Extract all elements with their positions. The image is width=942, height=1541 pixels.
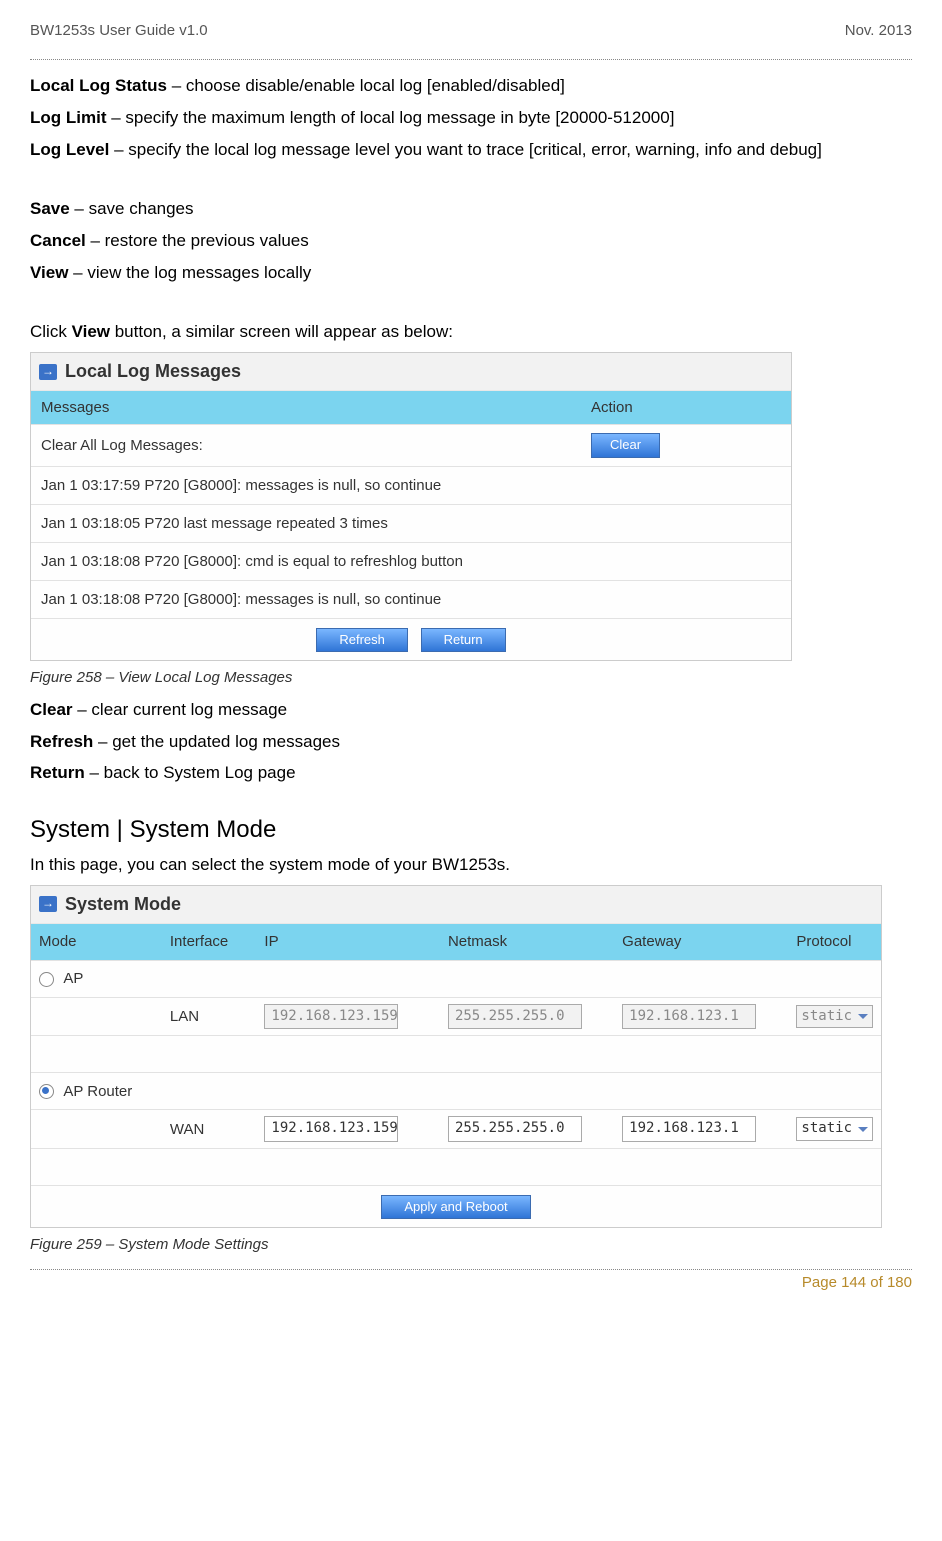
log-message: Jan 1 03:17:59 P720 [G8000]: messages is… [31,467,451,504]
doc-title: BW1253s User Guide v1.0 [30,20,208,41]
mode-ap-cell: AP [31,960,162,997]
radio-ap[interactable] [39,972,54,987]
table-row: AP [31,960,881,997]
panel-footer: Apply and Reboot [31,1185,881,1227]
lan-ip-input: 192.168.123.159 [264,1004,398,1030]
local-log-panel: Local Log Messages Messages Action Clear… [30,352,792,661]
panel-title: Local Log Messages [65,359,241,384]
mode-ap-label: AP [63,970,83,987]
figure-259-caption: Figure 259 – System Mode Settings [30,1234,912,1255]
col-ip: IP [256,924,440,961]
col-action: Action [581,391,791,424]
lan-proto-select: static [796,1005,873,1029]
system-mode-panel: System Mode Mode Interface IP Netmask Ga… [30,885,882,1229]
interface-wan: WAN [162,1110,257,1149]
column-header-row: Messages Action [31,391,791,424]
col-mode: Mode [31,924,162,961]
lan-mask-input: 255.255.255.0 [448,1004,582,1030]
doc-header: BW1253s User Guide v1.0 Nov. 2013 [30,20,912,41]
log-message: Jan 1 03:18:05 P720 last message repeate… [31,505,398,542]
click-view-instruction: Click View button, a similar screen will… [30,320,912,344]
doc-date: Nov. 2013 [845,20,912,41]
col-interface: Interface [162,924,257,961]
interface-lan: LAN [162,997,257,1036]
log-message: Jan 1 03:18:08 P720 [G8000]: messages is… [31,581,451,618]
table-row: LAN 192.168.123.159 255.255.255.0 192.16… [31,997,881,1036]
table-header-row: Mode Interface IP Netmask Gateway Protoc… [31,924,881,961]
def-local-log-status: Local Log Status – choose disable/enable… [30,74,912,98]
log-message: Jan 1 03:18:08 P720 [G8000]: cmd is equa… [31,543,473,580]
figure-258-caption: Figure 258 – View Local Log Messages [30,667,912,688]
chevron-down-icon [858,1014,868,1019]
table-row: AP Router [31,1073,881,1110]
system-mode-intro: In this page, you can select the system … [30,853,912,877]
log-row: Jan 1 03:18:08 P720 [G8000]: messages is… [31,580,791,618]
table-row: WAN 192.168.123.159 255.255.255.0 192.16… [31,1110,881,1149]
mode-aprouter-label: AP Router [63,1083,132,1100]
def-cancel: Cancel – restore the previous values [30,229,912,253]
def-save: Save – save changes [30,197,912,221]
col-protocol: Protocol [788,924,881,961]
wan-ip-input[interactable]: 192.168.123.159 [264,1116,398,1142]
panel-header: Local Log Messages [31,353,791,391]
divider [30,59,912,60]
def-view: View – view the log messages locally [30,261,912,285]
log-row: Jan 1 03:18:08 P720 [G8000]: cmd is equa… [31,542,791,580]
def-return: Return – back to System Log page [30,761,912,785]
refresh-button[interactable]: Refresh [316,628,408,652]
col-netmask: Netmask [440,924,614,961]
chevron-down-icon [858,1127,868,1132]
system-mode-table: Mode Interface IP Netmask Gateway Protoc… [31,924,881,1185]
panel-icon [39,364,57,380]
panel-title: System Mode [65,892,181,917]
col-messages: Messages [31,391,581,424]
table-row [31,1036,881,1073]
panel-icon [39,896,57,912]
def-clear: Clear – clear current log message [30,698,912,722]
panel-footer: Refresh Return [31,618,791,660]
divider [30,1269,912,1270]
log-row: Jan 1 03:18:05 P720 last message repeate… [31,504,791,542]
apply-reboot-button[interactable]: Apply and Reboot [381,1195,530,1219]
radio-ap-router[interactable] [39,1084,54,1099]
table-row [31,1148,881,1185]
lan-gw-input: 192.168.123.1 [622,1004,756,1030]
log-row: Jan 1 03:17:59 P720 [G8000]: messages is… [31,466,791,504]
system-mode-heading: System | System Mode [30,813,912,847]
def-log-level: Log Level – specify the local log messag… [30,138,912,162]
wan-proto-select[interactable]: static [796,1117,873,1141]
panel-header: System Mode [31,886,881,924]
mode-aprouter-cell: AP Router [31,1073,162,1110]
def-refresh: Refresh – get the updated log messages [30,730,912,754]
return-button[interactable]: Return [421,628,506,652]
clear-all-row: Clear All Log Messages: Clear [31,424,791,465]
wan-mask-input[interactable]: 255.255.255.0 [448,1116,582,1142]
clear-all-label: Clear All Log Messages: [31,427,581,464]
wan-gw-input[interactable]: 192.168.123.1 [622,1116,756,1142]
page-number: Page 144 of 180 [30,1272,912,1293]
clear-button[interactable]: Clear [591,433,660,457]
col-gateway: Gateway [614,924,788,961]
def-log-limit: Log Limit – specify the maximum length o… [30,106,912,130]
footer: Page 144 of 180 [30,1269,912,1293]
